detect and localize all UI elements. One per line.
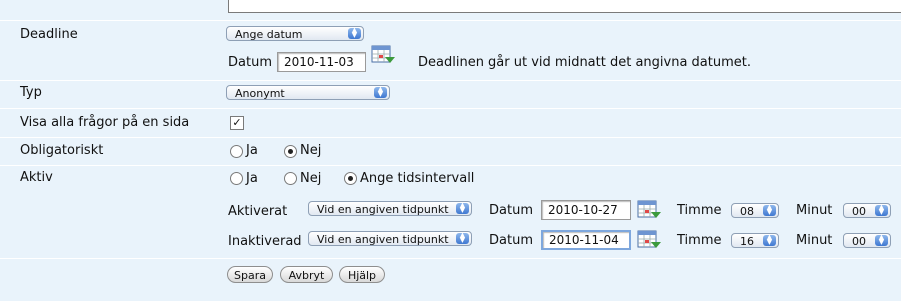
obligatoriskt-ja-radio[interactable] xyxy=(230,145,243,158)
updown-arrow-icon: ▲ ▼ xyxy=(348,27,361,39)
deadline-select[interactable]: Ange datum ▲ ▼ xyxy=(226,26,364,41)
aktiv-intervall-label: Ange tidsintervall xyxy=(360,171,475,186)
inaktiverad-datum-label: Datum xyxy=(489,233,533,248)
typ-select[interactable]: Anonymt ▲ ▼ xyxy=(226,85,390,100)
aktiverat-timme-value: 08 xyxy=(740,205,754,218)
inaktiverad-label: Inaktiverad xyxy=(228,234,302,249)
aktiverat-mode-select[interactable]: Vid en angiven tidpunkt ▲ ▼ xyxy=(308,201,472,216)
updown-arrow-icon: ▲ ▼ xyxy=(456,232,469,244)
inaktiverad-timme-value: 16 xyxy=(740,235,754,248)
inaktiverad-minut-value: 00 xyxy=(852,235,866,248)
updown-arrow-icon: ▲ ▼ xyxy=(763,234,776,246)
deadline-note: Deadlinen går ut vid midnatt det angivna… xyxy=(418,55,751,70)
updown-arrow-icon: ▲ ▼ xyxy=(456,202,469,214)
aktiverat-mode-value: Vid en angiven tidpunkt xyxy=(317,203,449,216)
obligatoriskt-label: Obligatoriskt xyxy=(20,143,104,158)
aktiv-ja-radio[interactable] xyxy=(230,172,243,185)
obligatoriskt-nej-radio[interactable] xyxy=(284,145,297,158)
aktiverat-datum-label: Datum xyxy=(489,203,533,218)
typ-row: Typ Anonymt ▲ ▼ xyxy=(0,80,901,108)
obligatoriskt-ja-label: Ja xyxy=(246,143,258,158)
updown-arrow-icon: ▲ ▼ xyxy=(875,204,888,216)
calendar-icon[interactable] xyxy=(637,230,661,250)
inaktiverad-date-input[interactable]: 2010-11-04 xyxy=(541,230,631,250)
calendar-icon[interactable] xyxy=(637,200,661,220)
aktiverat-date-input[interactable]: 2010-10-27 xyxy=(541,200,631,220)
updown-arrow-icon: ▲ ▼ xyxy=(374,86,387,98)
inaktiverad-minut-select[interactable]: 00 ▲ ▼ xyxy=(843,233,891,248)
updown-arrow-icon: ▲ ▼ xyxy=(875,234,888,246)
calendar-icon[interactable] xyxy=(371,45,395,65)
description-textarea[interactable] xyxy=(228,0,901,13)
deadline-label: Deadline xyxy=(20,27,78,42)
inaktiverad-mode-select[interactable]: Vid en angiven tidpunkt ▲ ▼ xyxy=(308,231,472,246)
typ-select-value: Anonymt xyxy=(235,87,285,100)
inaktiverad-minut-label: Minut xyxy=(796,233,833,248)
cancel-button[interactable]: Avbryt xyxy=(280,266,333,283)
aktiv-nej-radio[interactable] xyxy=(284,172,297,185)
visa-label: Visa alla frågor på en sida xyxy=(20,115,190,130)
save-button[interactable]: Spara xyxy=(227,266,273,283)
deadline-date-input[interactable]: 2010-11-03 xyxy=(277,52,366,72)
typ-label: Typ xyxy=(20,85,42,100)
updown-arrow-icon: ▲ ▼ xyxy=(763,204,776,216)
inaktiverad-mode-value: Vid en angiven tidpunkt xyxy=(317,233,449,246)
inaktiverad-timme-select[interactable]: 16 ▲ ▼ xyxy=(731,233,779,248)
deadline-datum-label: Datum xyxy=(228,55,272,70)
aktiv-intervall-radio[interactable] xyxy=(344,172,357,185)
aktiverat-label: Aktiverat xyxy=(228,204,288,219)
aktiverat-timme-select[interactable]: 08 ▲ ▼ xyxy=(731,203,779,218)
aktiv-nej-label: Nej xyxy=(300,171,322,186)
aktiv-ja-label: Ja xyxy=(246,171,258,186)
aktiverat-minut-value: 00 xyxy=(852,205,866,218)
aktiverat-minut-select[interactable]: 00 ▲ ▼ xyxy=(843,203,891,218)
buttons-row: Spara Avbryt Hjälp xyxy=(0,258,901,301)
deadline-row: Deadline Ange datum ▲ ▼ Datum 2010-11-03 … xyxy=(0,20,901,79)
obligatoriskt-row: Obligatoriskt Ja Nej xyxy=(0,137,901,165)
visa-checkbox[interactable]: ✓ xyxy=(230,116,244,130)
aktiverat-minut-label: Minut xyxy=(796,203,833,218)
aktiv-label: Aktiv xyxy=(20,170,53,185)
obligatoriskt-nej-label: Nej xyxy=(300,143,322,158)
visa-row: Visa alla frågor på en sida ✓ xyxy=(0,108,901,137)
aktiverat-timme-label: Timme xyxy=(677,203,722,218)
aktiv-row: Aktiv Ja Nej Ange tidsintervall Aktivera… xyxy=(0,165,901,258)
deadline-select-value: Ange datum xyxy=(235,28,303,41)
inaktiverad-timme-label: Timme xyxy=(677,233,722,248)
help-button[interactable]: Hjälp xyxy=(339,266,385,283)
